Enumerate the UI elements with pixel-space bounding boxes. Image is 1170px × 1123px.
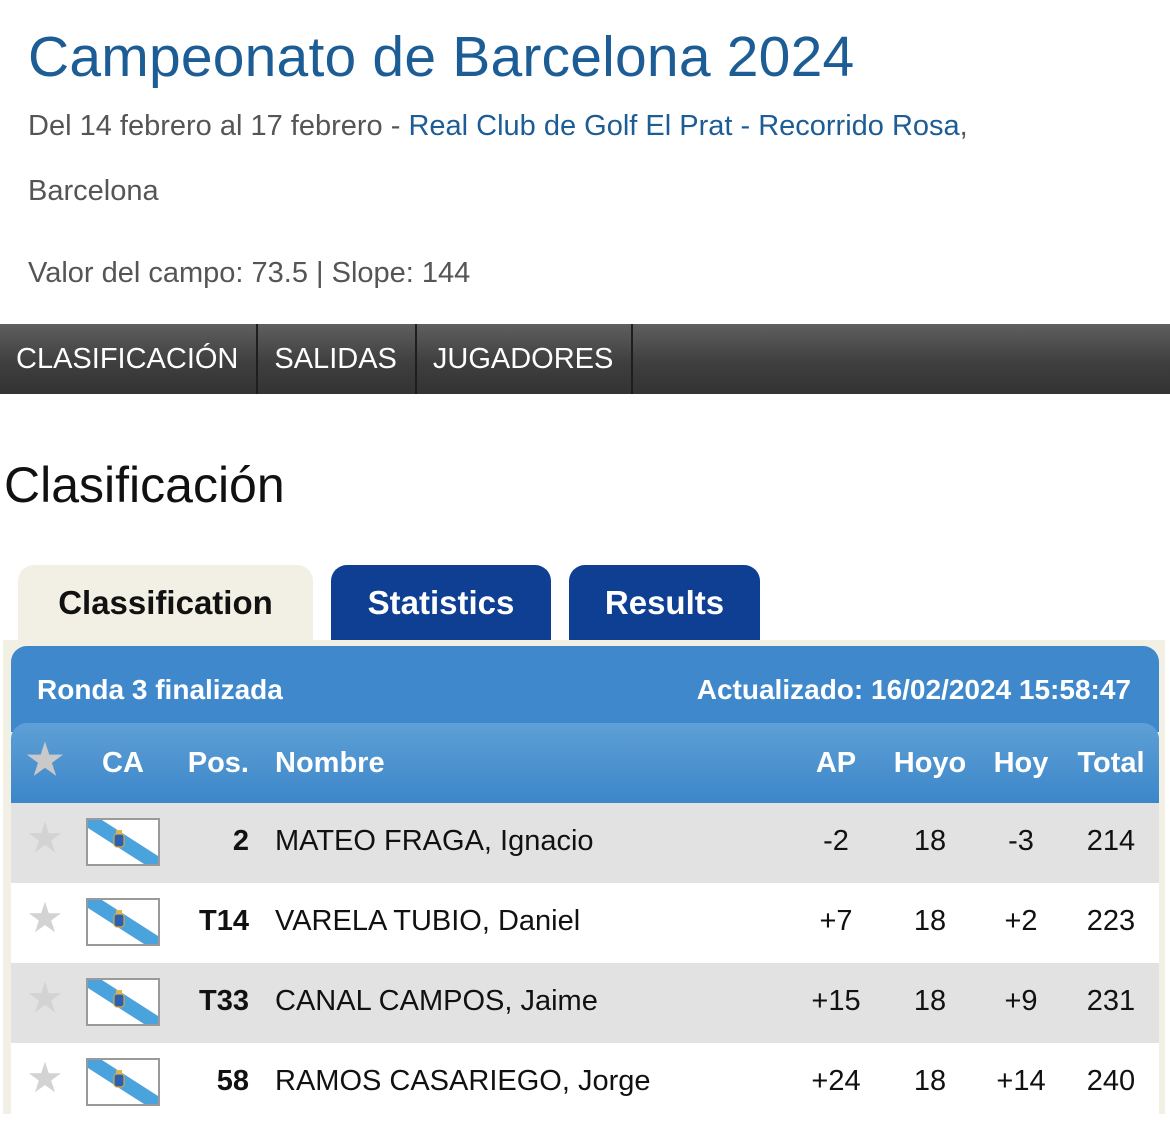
row-position: 58 bbox=[216, 1065, 249, 1097]
galicia-flag-icon bbox=[86, 1058, 160, 1106]
galicia-flag-icon bbox=[86, 978, 160, 1026]
row-position: T14 bbox=[199, 905, 249, 937]
table-header: ★ CA Pos. Nombre AP Hoyo Hoy Total bbox=[11, 723, 1159, 803]
player-name[interactable]: MATEO FRAGA, Ignacio bbox=[275, 825, 594, 858]
row-position: T33 bbox=[199, 985, 249, 1017]
main-nav: CLASIFICACIÓN SALIDAS JUGADORES bbox=[0, 324, 1170, 394]
row-ap: +15 bbox=[811, 985, 861, 1017]
row-ap: +7 bbox=[819, 905, 853, 937]
venue-link[interactable]: Real Club de Golf El Prat - Recorrido Ro… bbox=[408, 110, 959, 142]
row-hoyo: 18 bbox=[913, 825, 947, 857]
row-hoyo: 18 bbox=[913, 985, 947, 1017]
favorite-star-icon[interactable]: ★ bbox=[23, 817, 67, 860]
row-ap: -2 bbox=[823, 825, 849, 857]
row-total: 214 bbox=[1086, 825, 1136, 857]
galicia-flag-icon bbox=[86, 818, 160, 866]
tab-results[interactable]: Results bbox=[569, 565, 760, 641]
header-pos[interactable]: Pos. bbox=[161, 747, 249, 780]
row-total: 223 bbox=[1086, 905, 1136, 937]
row-hoyo: 18 bbox=[913, 1065, 947, 1097]
header-star-icon: ★ bbox=[26, 736, 64, 783]
header-name[interactable]: Nombre bbox=[275, 747, 385, 780]
header-total[interactable]: Total bbox=[1063, 747, 1159, 780]
table-row[interactable]: ★ T14 VARELA TUBIO, Daniel +7 18 +2 223 bbox=[11, 883, 1159, 963]
table-row[interactable]: ★ 58 RAMOS CASARIEGO, Jorge +24 18 +14 2… bbox=[11, 1043, 1159, 1123]
row-hoy: +14 bbox=[996, 1065, 1046, 1097]
favorite-star-icon[interactable]: ★ bbox=[23, 1057, 67, 1100]
nav-jugadores[interactable]: JUGADORES bbox=[417, 324, 634, 394]
nav-salidas[interactable]: SALIDAS bbox=[258, 324, 417, 394]
venue-comma: , bbox=[959, 110, 968, 142]
round-status: Ronda 3 finalizada bbox=[37, 674, 283, 705]
tab-classification[interactable]: Classification bbox=[18, 565, 313, 641]
section-heading: Clasificación bbox=[4, 457, 285, 513]
event-city: Barcelona bbox=[28, 175, 159, 207]
table-row[interactable]: ★ T33 CANAL CAMPOS, Jaime +15 18 +9 231 bbox=[11, 963, 1159, 1043]
row-position: 2 bbox=[232, 825, 249, 857]
header-ca[interactable]: CA bbox=[85, 747, 161, 780]
header-hoy[interactable]: Hoy bbox=[979, 747, 1063, 780]
last-updated: Actualizado: 16/02/2024 15:58:47 bbox=[696, 674, 1131, 705]
galicia-flag-icon bbox=[86, 898, 160, 946]
row-hoy: +9 bbox=[1004, 985, 1038, 1017]
row-hoy: -3 bbox=[1008, 825, 1034, 857]
player-name[interactable]: RAMOS CASARIEGO, Jorge bbox=[275, 1065, 651, 1098]
event-dates-venue: Del 14 febrero al 17 febrero - Real Club… bbox=[28, 110, 968, 143]
event-title: Campeonato de Barcelona 2024 bbox=[28, 25, 855, 89]
row-ap: +24 bbox=[811, 1065, 861, 1097]
row-hoyo: 18 bbox=[913, 905, 947, 937]
event-dates: Del 14 febrero al 17 febrero - bbox=[28, 110, 409, 142]
favorite-star-icon[interactable]: ★ bbox=[23, 897, 67, 940]
nav-clasificacion[interactable]: CLASIFICACIÓN bbox=[0, 324, 259, 394]
header-ap[interactable]: AP bbox=[791, 747, 881, 780]
row-total: 240 bbox=[1086, 1065, 1136, 1097]
player-name[interactable]: VARELA TUBIO, Daniel bbox=[275, 905, 580, 938]
favorite-star-icon[interactable]: ★ bbox=[23, 977, 67, 1020]
tab-statistics[interactable]: Statistics bbox=[331, 565, 551, 641]
round-status-bar: Ronda 3 finalizada Actualizado: 16/02/20… bbox=[11, 646, 1159, 732]
row-total: 231 bbox=[1086, 985, 1136, 1017]
table-row[interactable]: ★ 2 MATEO FRAGA, Ignacio -2 18 -3 214 bbox=[11, 803, 1159, 883]
player-name[interactable]: CANAL CAMPOS, Jaime bbox=[275, 985, 598, 1018]
row-hoy: +2 bbox=[1004, 905, 1038, 937]
classification-panel: Ronda 3 finalizada Actualizado: 16/02/20… bbox=[3, 640, 1165, 1123]
header-hoyo[interactable]: Hoyo bbox=[881, 747, 979, 780]
course-info: Valor del campo: 73.5 | Slope: 144 bbox=[28, 257, 471, 289]
